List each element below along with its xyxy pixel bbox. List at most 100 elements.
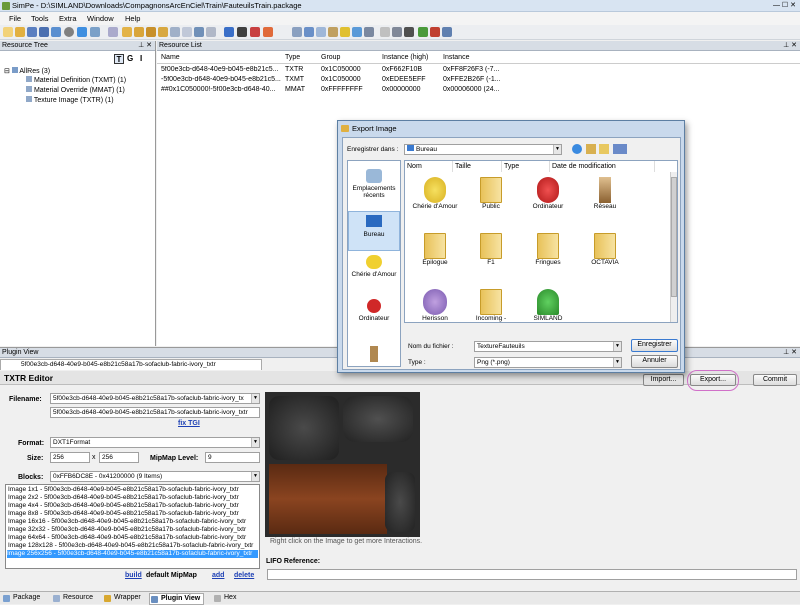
tree-item-txmt[interactable]: Material Definition (TXMT) (1) [26,76,126,84]
save-as-icon[interactable] [39,27,49,37]
camera-icon[interactable] [404,27,414,37]
menu-help[interactable]: Help [125,14,140,23]
menu-window[interactable]: Window [87,14,114,23]
close-icon[interactable] [64,27,74,37]
table-row[interactable]: -5f00e3cb-d648-40e9-b045-e8b21c5... TXMT… [157,76,502,86]
view-menu-icon[interactable] [613,144,627,154]
settings-icon[interactable] [364,27,374,37]
fix-tgi-link[interactable]: fix TGI [178,420,200,427]
size-height-field[interactable]: 256 [99,452,139,463]
filename-combo[interactable]: 5f00e3cb-d648-40e9-b045-e8b21c58a17b-sof… [50,393,260,404]
list-item[interactable]: Image 32x32 - 5f00e3cb-d648-40e9-b045-e8… [8,526,246,534]
file-item[interactable]: OCTAVIA [577,233,633,266]
tree-icon[interactable] [418,27,428,37]
folder2-icon[interactable] [134,27,144,37]
copy-icon[interactable] [170,27,180,37]
delete-link[interactable]: delete [234,572,254,579]
blocks-combo[interactable]: 0xFFB6DC8E - 0x41200000 (9 Items) ▼ [50,471,260,482]
file-item[interactable]: SIMLAND [520,289,576,322]
tab-package[interactable]: Package [2,593,40,603]
build-link[interactable]: build [125,572,142,579]
list-item-selected[interactable]: Image 256x256 - 5f00e3cb-d648-40e9-b045-… [7,550,258,558]
tree-mode-g-button[interactable]: G [127,54,133,63]
tag-icon[interactable] [250,27,260,37]
back-icon[interactable] [572,144,582,154]
window-controls[interactable]: — ☐ ✕ [773,1,796,9]
lifo-field[interactable] [267,569,797,580]
table-row[interactable]: ##0x1C050000!-5f00e3cb-d648-40... MMAT 0… [157,86,502,96]
save-all-icon[interactable] [51,27,61,37]
cut-icon[interactable] [380,27,390,37]
tree-mode-i-button[interactable]: I [140,54,142,63]
tree-item-txtr[interactable]: Texture Image (TXTR) (1) [26,96,114,104]
import-button[interactable]: Import... [643,374,684,386]
add-link[interactable]: add [212,572,224,579]
folder-icon[interactable] [122,27,132,37]
list-item[interactable]: Image 4x4 - 5f00e3cb-d648-40e9-b045-e8b2… [8,502,239,510]
document-icon[interactable] [194,27,204,37]
star-icon[interactable] [340,27,350,37]
list-item[interactable]: Image 2x2 - 5f00e3cb-d648-40e9-b045-e8b2… [8,494,239,502]
info-icon[interactable] [352,27,362,37]
column-date[interactable]: Date de modification [550,161,655,172]
gift-icon[interactable] [430,27,440,37]
new-icon[interactable] [3,27,13,37]
texture-preview[interactable] [265,392,420,537]
hat-icon[interactable] [237,27,247,37]
plugin-tab[interactable]: 5f00e3cb-d648-40e9-b045-e8b21c58a17b-sof… [0,359,262,370]
save-icon[interactable] [27,27,37,37]
tree-item-mmat[interactable]: Material Override (MMAT) (1) [26,86,125,94]
format-combo[interactable]: DXT1Format ▼ [50,437,260,448]
save-in-combo[interactable]: Bureau ▼ [404,144,562,155]
paste-icon[interactable] [182,27,192,37]
file-item[interactable]: Incoming - [463,289,519,322]
grid-icon[interactable] [304,27,314,37]
filename-field[interactable]: 5f00e3cb-d648-40e9-b045-e8b21c58a17b-sof… [50,407,260,418]
column-name[interactable]: Name [161,54,180,61]
tab-hex[interactable]: Hex [213,593,236,603]
column-instance[interactable]: Instance [443,54,469,61]
extra-icon[interactable] [442,27,452,37]
column-type[interactable]: Type [285,54,300,61]
file-item[interactable]: F1 [463,233,519,266]
screen-icon[interactable] [392,27,402,37]
list-item[interactable]: Image 1x1 - 5f00e3cb-d648-40e9-b045-e8b2… [8,486,239,494]
file-item[interactable]: Fringues [520,233,576,266]
column-nom[interactable]: Nom [405,161,453,172]
place-network[interactable] [348,346,400,362]
menu-extra[interactable]: Extra [59,14,77,23]
up-folder-icon[interactable] [586,144,596,154]
eraser-icon[interactable] [263,27,273,37]
list-icon[interactable] [206,27,216,37]
menu-tools[interactable]: Tools [31,14,49,23]
type-combo[interactable]: Png (*.png) ▼ [474,357,622,368]
folder4-icon[interactable] [158,27,168,37]
place-computer[interactable]: Ordinateur [348,299,400,322]
file-item[interactable]: Herisson [407,289,463,322]
panel-icon[interactable] [292,27,302,37]
place-cherie[interactable]: Chérie d'Amour [348,255,400,278]
search-icon[interactable] [77,27,87,37]
pin-icon[interactable]: ⊥ ✕ [783,348,797,358]
list-item[interactable]: Image 16x16 - 5f00e3cb-d648-40e9-b045-e8… [8,518,246,526]
file-list[interactable]: Nom Taille Type Date de modification Ché… [404,160,678,323]
tree-mode-t-button[interactable]: T [114,54,124,64]
tab-resource[interactable]: Resource [52,593,93,603]
mipmap-field[interactable]: 9 [205,452,260,463]
scrollbar[interactable] [670,172,677,322]
file-item[interactable]: Chérie d'Amour [407,177,463,210]
open-icon[interactable] [15,27,25,37]
commit-button[interactable]: Commit [753,374,797,386]
tab-wrapper[interactable]: Wrapper [103,593,141,603]
dialog-filename-input[interactable]: TextureFauteuils ▼ [474,341,622,352]
blocks-list[interactable]: Image 1x1 - 5f00e3cb-d648-40e9-b045-e8b2… [5,484,260,569]
table-row[interactable]: 5f00e3cb-d648-40e9-b045-e8b21c5... TXTR … [157,66,502,76]
import-icon[interactable] [108,27,118,37]
column-group[interactable]: Group [321,54,340,61]
save-button[interactable]: Enregistrer [631,339,678,352]
size-width-field[interactable]: 256 [50,452,90,463]
file-item[interactable]: Public [463,177,519,210]
new-folder-icon[interactable] [599,144,609,154]
refresh-icon[interactable] [224,27,234,37]
file-item[interactable]: Epilogue [407,233,463,266]
